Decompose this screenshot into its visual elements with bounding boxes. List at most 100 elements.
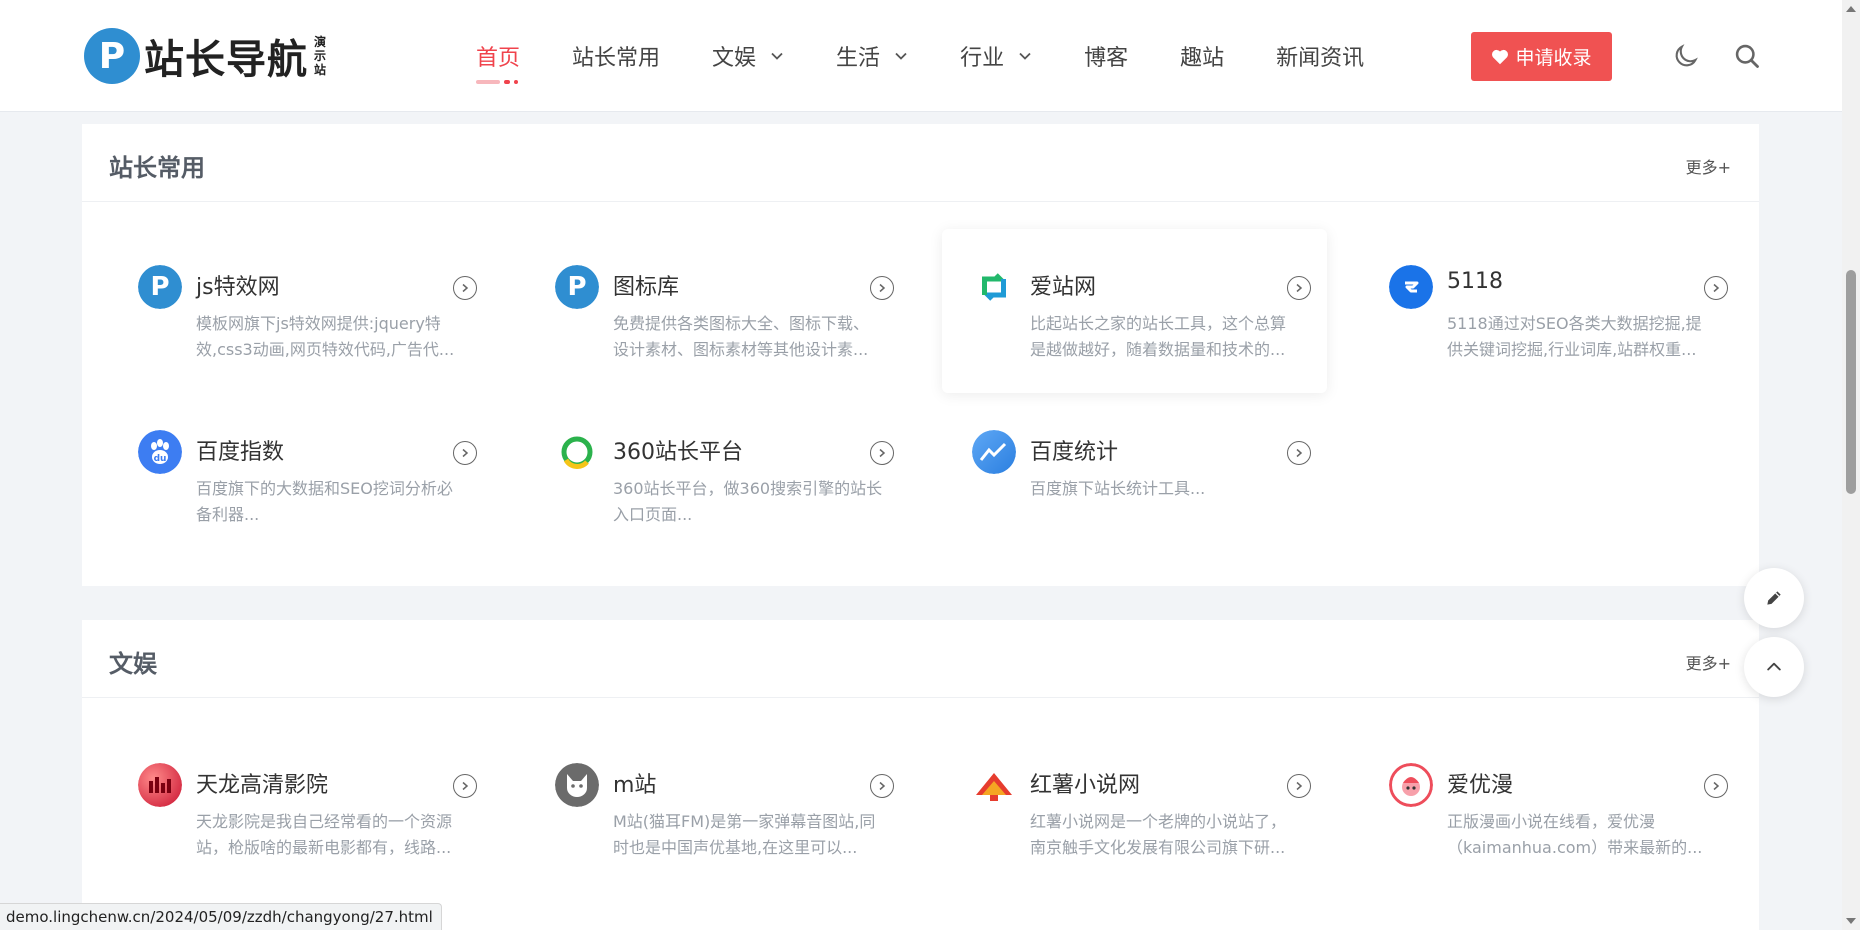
logo-subtitle: 演示站 — [314, 35, 327, 77]
site-description: 天龙影院是我自己经常看的一个资源站，枪版啥的最新电影都有，线路... — [196, 812, 453, 857]
logo-text: 站长导航 — [144, 37, 308, 83]
chevron-down-icon — [895, 52, 907, 60]
site-card[interactable]: 天龙高清影院天龙影院是我自己经常看的一个资源站，枪版啥的最新电影都有，线路... — [108, 727, 493, 891]
main-nav: 首页 站长常用 文娱 生活 行业 博客 趣站 新闻资讯 — [476, 0, 1416, 112]
arrow-right-circle-icon[interactable] — [1704, 276, 1728, 300]
site-description: 模板网旗下js特效网提供:jquery特效,css3动画,网页特效代码,广告代.… — [196, 314, 455, 359]
nav-item-label: 新闻资讯 — [1276, 46, 1365, 71]
svg-text:du: du — [154, 454, 167, 464]
site-card[interactable]: P 图标库免费提供各类图标大全、图标下载、设计素材、图标素材等其他设计素... — [525, 229, 910, 393]
p-logo-icon: P — [138, 265, 182, 309]
nav-item-6[interactable]: 趣站 — [1180, 0, 1224, 112]
site-description: 百度旗下站长统计工具... — [1030, 479, 1206, 498]
scroll-up-arrow-icon[interactable] — [1846, 6, 1856, 12]
site-description: M站(猫耳FM)是第一家弹幕音图站,同时也是中国声优基地,在这里可以... — [613, 812, 876, 857]
site-description: 百度旗下的大数据和SEO挖词分析必备利器... — [196, 479, 453, 524]
aizhan-icon — [972, 265, 1016, 309]
5118-icon — [1389, 265, 1433, 309]
chevron-down-icon — [1019, 52, 1031, 60]
arrow-right-circle-icon[interactable] — [1287, 276, 1311, 300]
cat-ear-icon — [555, 763, 599, 807]
heart-icon — [1492, 49, 1509, 64]
hongshu-icon — [972, 763, 1016, 807]
arrow-right-circle-icon[interactable] — [1704, 774, 1728, 798]
site-description: 免费提供各类图标大全、图标下载、设计素材、图标素材等其他设计素... — [613, 314, 870, 359]
search-icon[interactable] — [1733, 42, 1761, 70]
site-card[interactable]: 爱站网比起站长之家的站长工具，这个总算是越做越好，随着数据量和技术的... — [942, 229, 1327, 393]
site-name: 百度统计 — [1030, 440, 1119, 465]
site-description: 5118通过对SEO各类大数据挖掘,提供关键词挖掘,行业词库,站群权重... — [1447, 314, 1702, 359]
section-header: 文娱 更多+ — [82, 620, 1759, 698]
site-name: 爱优漫 — [1447, 773, 1514, 798]
site-description: 比起站长之家的站长工具，这个总算是越做越好，随着数据量和技术的... — [1030, 314, 1287, 359]
section-wenyu: 文娱 更多+ 天龙高清影院天龙影院是我自己经常看的一个资源站，枪版啥的最新电影都… — [82, 620, 1759, 930]
site-name: m站 — [613, 773, 657, 798]
edit-button[interactable] — [1744, 568, 1804, 628]
nav-item-4[interactable]: 行业 — [960, 0, 1032, 112]
arrow-right-circle-icon[interactable] — [1287, 774, 1311, 798]
dark-mode-moon-icon[interactable] — [1672, 42, 1700, 70]
section-header: 站长常用 更多+ — [82, 124, 1759, 202]
site-name: 5118 — [1447, 269, 1503, 294]
arrow-right-circle-icon[interactable] — [870, 276, 894, 300]
nav-item-5[interactable]: 博客 — [1084, 0, 1128, 112]
site-name: js特效网 — [196, 275, 280, 300]
nav-item-2[interactable]: 文娱 — [712, 0, 784, 112]
nav-item-label: 趣站 — [1180, 46, 1225, 71]
logo-p-icon: P — [84, 28, 140, 84]
chevron-down-icon — [771, 52, 783, 60]
nav-item-3[interactable]: 生活 — [836, 0, 908, 112]
apply-listing-button[interactable]: 申请收录 — [1471, 32, 1612, 81]
page-scrollbar[interactable] — [1842, 0, 1860, 930]
site-card[interactable]: Pjs特效网模板网旗下js特效网提供:jquery特效,css3动画,网页特效代… — [108, 229, 493, 393]
apply-listing-label: 申请收录 — [1515, 47, 1592, 69]
site-name: 360站长平台 — [613, 440, 743, 465]
360-icon — [555, 430, 599, 474]
pencil-icon — [1767, 591, 1781, 605]
nav-item-7[interactable]: 新闻资讯 — [1276, 0, 1364, 112]
tianlong-icon — [138, 763, 182, 807]
baidu-paw-icon: du — [138, 430, 182, 474]
nav-item-label: 博客 — [1084, 46, 1129, 71]
site-card[interactable]: 5118 5118通过对SEO各类大数据挖掘,提供关键词挖掘,行业词库,站群权重.… — [1359, 229, 1744, 393]
arrow-right-circle-icon[interactable] — [453, 276, 477, 300]
site-card[interactable]: 爱优漫正版漫画小说在线看，爱优漫（kaimanhua.com）带来最新的... — [1359, 727, 1744, 891]
arrow-right-circle-icon[interactable] — [453, 441, 477, 465]
nav-item-1[interactable]: 站长常用 — [572, 0, 660, 112]
p-logo-icon: P — [555, 265, 599, 309]
section-zhanzhang-changyong: 站长常用 更多+ Pjs特效网模板网旗下js特效网提供:jquery特效,css… — [82, 124, 1759, 586]
baidu-tongji-icon — [972, 430, 1016, 474]
site-name: 爱站网 — [1030, 275, 1097, 300]
link-status-bar: demo.lingchenw.cn/2024/05/09/zzdh/changy… — [0, 903, 442, 930]
nav-item-0[interactable]: 首页 — [476, 0, 520, 112]
active-nav-underline — [476, 80, 518, 84]
chevron-up-icon — [1767, 662, 1781, 671]
arrow-right-circle-icon[interactable] — [870, 774, 894, 798]
arrow-right-circle-icon[interactable] — [870, 441, 894, 465]
arrow-right-circle-icon[interactable] — [1287, 441, 1311, 465]
site-name: 图标库 — [613, 275, 680, 300]
site-card[interactable]: 360站长平台 360站长平台，做360搜索引擎的站长入口页面... — [525, 394, 910, 558]
site-name: 天龙高清影院 — [196, 773, 329, 798]
site-card[interactable]: 红薯小说网 红薯小说网是一个老牌的小说站了，南京触手文化发展有限公司旗下研... — [942, 727, 1327, 891]
section-title: 站长常用 — [109, 154, 205, 182]
aiyouman-icon — [1389, 763, 1433, 807]
nav-item-label: 行业 — [960, 46, 1005, 71]
site-card[interactable]: 百度统计百度旗下站长统计工具... — [942, 394, 1327, 558]
more-link[interactable]: 更多+ — [1686, 154, 1731, 178]
nav-item-label: 站长常用 — [572, 46, 661, 71]
scrollbar-thumb[interactable] — [1846, 270, 1856, 494]
site-name: 百度指数 — [196, 440, 285, 465]
site-card[interactable]: du 百度指数百度旗下的大数据和SEO挖词分析必备利器... — [108, 394, 493, 558]
more-link[interactable]: 更多+ — [1686, 650, 1731, 674]
site-description: 360站长平台，做360搜索引擎的站长入口页面... — [613, 479, 883, 524]
scroll-down-arrow-icon[interactable] — [1846, 918, 1856, 924]
section-title: 文娱 — [109, 650, 157, 678]
nav-item-label: 文娱 — [712, 46, 757, 71]
arrow-right-circle-icon[interactable] — [453, 774, 477, 798]
site-description: 正版漫画小说在线看，爱优漫（kaimanhua.com）带来最新的... — [1447, 812, 1703, 857]
nav-item-label: 首页 — [476, 46, 521, 71]
back-to-top-button[interactable] — [1744, 637, 1804, 697]
site-card[interactable]: m站 M站(猫耳FM)是第一家弹幕音图站,同时也是中国声优基地,在这里可以... — [525, 727, 910, 891]
site-logo[interactable]: P 站长导航 演示站 — [84, 28, 328, 84]
